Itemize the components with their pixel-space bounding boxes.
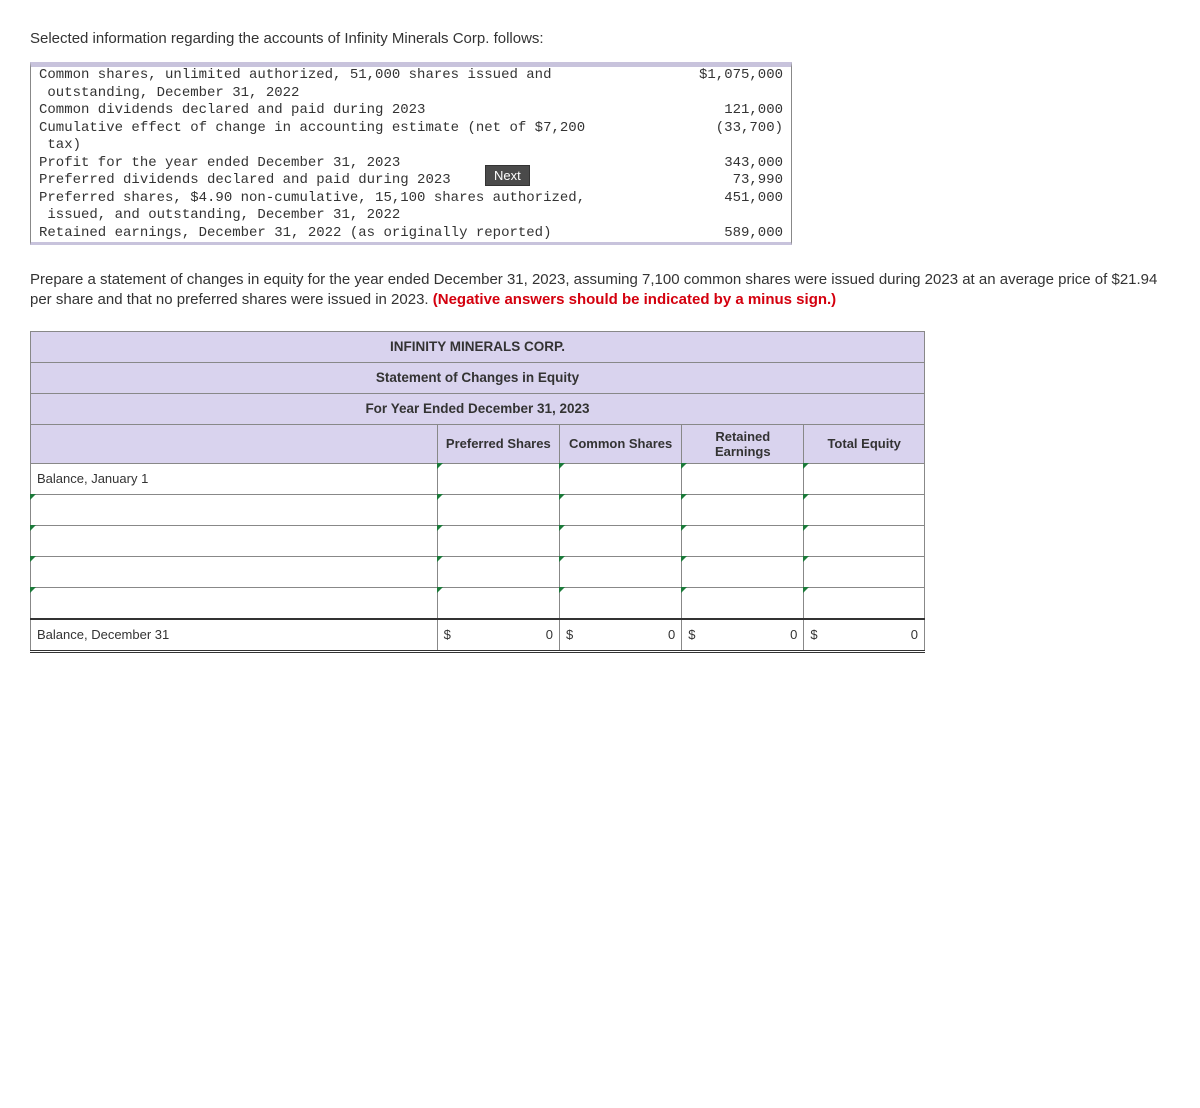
acct-label-1: Common dividends declared and paid durin…: [39, 102, 425, 120]
cell-r5-common[interactable]: [559, 587, 681, 619]
cell-r4-total[interactable]: [804, 556, 925, 587]
acct-val-2: (33,700): [683, 120, 783, 155]
cell-r2-common[interactable]: [559, 494, 681, 525]
cell-r5-retained[interactable]: [682, 587, 804, 619]
cell-r2-total[interactable]: [804, 494, 925, 525]
acct-val-0: $1,075,000: [683, 67, 783, 102]
cell-r3-preferred[interactable]: [437, 525, 559, 556]
row-label-4[interactable]: [31, 556, 438, 587]
cell-r3-retained[interactable]: [682, 525, 804, 556]
equity-table: INFINITY MINERALS CORP. Statement of Cha…: [30, 331, 925, 653]
val-common: 0: [668, 627, 675, 642]
cell-dec31-common: $0: [559, 619, 681, 652]
col-retained: Retained Earnings: [682, 424, 804, 463]
row-label-3[interactable]: [31, 525, 438, 556]
cell-r2-preferred[interactable]: [437, 494, 559, 525]
intro-text: Selected information regarding the accou…: [30, 30, 1170, 47]
col-preferred: Preferred Shares: [437, 424, 559, 463]
cell-r3-total[interactable]: [804, 525, 925, 556]
val-total: 0: [911, 627, 918, 642]
cell-r5-preferred[interactable]: [437, 587, 559, 619]
acct-val-1: 121,000: [683, 102, 783, 120]
acct-label-5: Preferred shares, $4.90 non-cumulative, …: [39, 190, 585, 225]
instructions-red: (Negative answers should be indicated by…: [433, 291, 836, 308]
acct-label-4: Preferred dividends declared and paid du…: [39, 172, 451, 190]
acct-val-5: 451,000: [683, 190, 783, 225]
row-label-2[interactable]: [31, 494, 438, 525]
cell-r4-retained[interactable]: [682, 556, 804, 587]
cell-r5-total[interactable]: [804, 587, 925, 619]
acct-val-4: 73,990: [683, 172, 783, 190]
cell-dec31-total: $0: [804, 619, 925, 652]
acct-label-3: Profit for the year ended December 31, 2…: [39, 155, 400, 173]
acct-val-3: 343,000: [683, 155, 783, 173]
acct-val-6: 589,000: [683, 225, 783, 243]
table-title-1: INFINITY MINERALS CORP.: [31, 331, 925, 362]
row-label-balance-dec31[interactable]: Balance, December 31: [31, 619, 438, 652]
acct-label-6: Retained earnings, December 31, 2022 (as…: [39, 225, 551, 243]
cell-r2-retained[interactable]: [682, 494, 804, 525]
table-title-3: For Year Ended December 31, 2023: [31, 393, 925, 424]
instructions: Prepare a statement of changes in equity…: [30, 270, 1170, 311]
acct-label-0: Common shares, unlimited authorized, 51,…: [39, 67, 551, 102]
cell-dec31-preferred: $0: [437, 619, 559, 652]
row-label-balance-jan1[interactable]: Balance, January 1: [31, 463, 438, 494]
cell-r4-preferred[interactable]: [437, 556, 559, 587]
cell-jan1-common[interactable]: [559, 463, 681, 494]
val-retained: 0: [790, 627, 797, 642]
val-preferred: 0: [546, 627, 553, 642]
col-blank: [31, 424, 438, 463]
cell-jan1-total[interactable]: [804, 463, 925, 494]
cell-r3-common[interactable]: [559, 525, 681, 556]
row-label-5[interactable]: [31, 587, 438, 619]
cell-jan1-preferred[interactable]: [437, 463, 559, 494]
col-common: Common Shares: [559, 424, 681, 463]
sym-retained: $: [688, 627, 695, 642]
cell-r4-common[interactable]: [559, 556, 681, 587]
cell-jan1-retained[interactable]: [682, 463, 804, 494]
sym-common: $: [566, 627, 573, 642]
cell-dec31-retained: $0: [682, 619, 804, 652]
table-title-2: Statement of Changes in Equity: [31, 362, 925, 393]
accounts-data-box: Common shares, unlimited authorized, 51,…: [30, 62, 792, 245]
sym-total: $: [810, 627, 817, 642]
next-button[interactable]: Next: [485, 165, 530, 186]
sym-preferred: $: [444, 627, 451, 642]
acct-label-2: Cumulative effect of change in accountin…: [39, 120, 585, 155]
col-total: Total Equity: [804, 424, 925, 463]
